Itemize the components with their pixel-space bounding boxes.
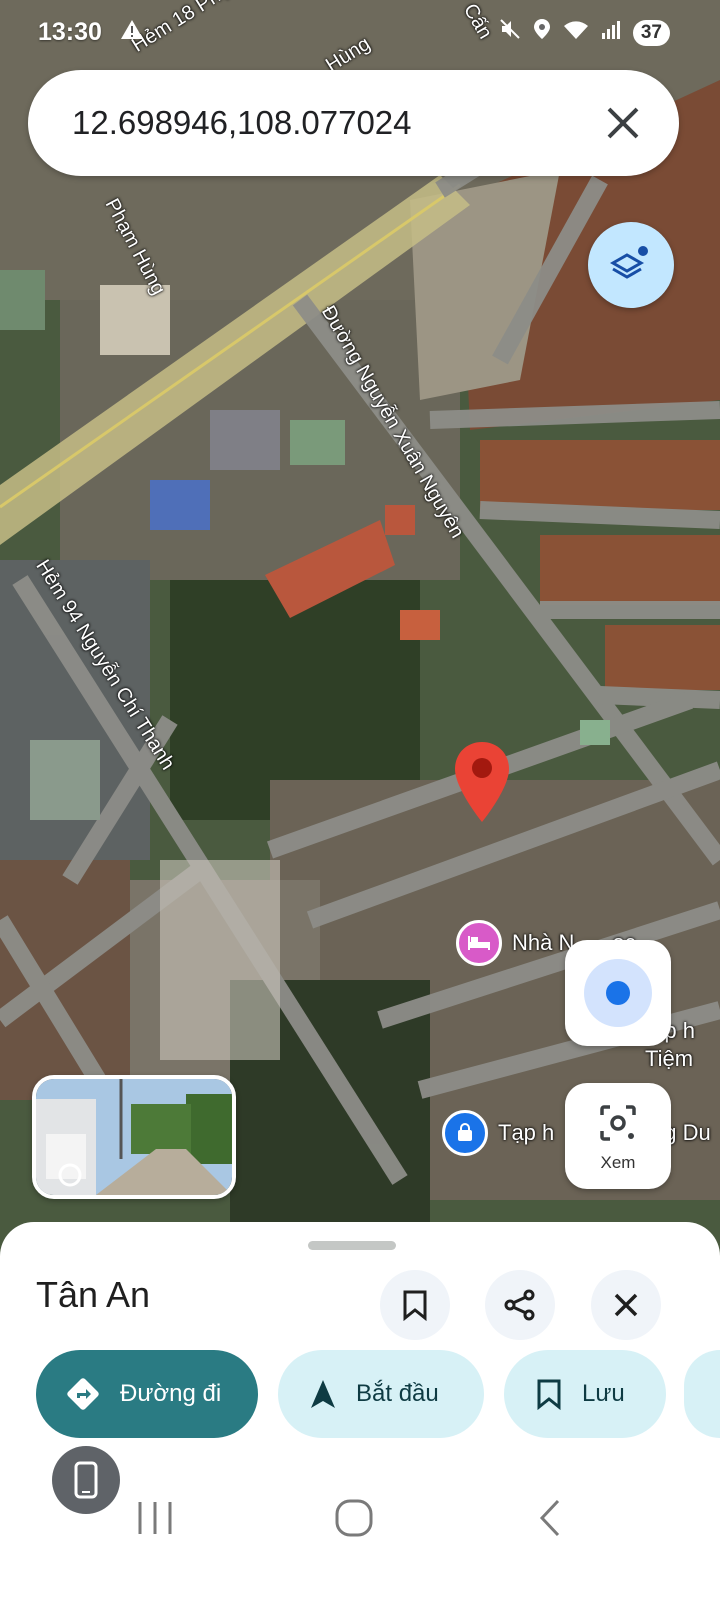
- directions-label: Đường đi: [120, 1380, 222, 1407]
- start-label: Bắt đầu: [356, 1380, 439, 1407]
- alert-triangle-icon: [121, 20, 143, 39]
- close-sheet-button[interactable]: [591, 1270, 661, 1340]
- place-title: Tân An: [36, 1274, 151, 1315]
- my-location-button[interactable]: [565, 940, 671, 1046]
- status-bar: 13:30 37: [0, 0, 720, 66]
- mute-icon: [499, 18, 521, 47]
- directions-button[interactable]: Đường đi: [36, 1350, 258, 1438]
- search-bar[interactable]: 12.698946,108.077024: [28, 70, 679, 176]
- lens-button[interactable]: Xem: [565, 1083, 671, 1189]
- system-nav-bar: [0, 1480, 720, 1560]
- street-view-thumbnail[interactable]: [32, 1075, 236, 1199]
- home-icon[interactable]: [334, 1498, 374, 1538]
- search-query[interactable]: 12.698946,108.077024: [72, 70, 412, 176]
- poi-name: Nhà N: [512, 930, 575, 955]
- recent-apps-icon[interactable]: [136, 1498, 174, 1538]
- save-button[interactable]: Lưu: [504, 1350, 666, 1438]
- close-icon[interactable]: [603, 103, 643, 143]
- save-label: Lưu: [582, 1380, 625, 1407]
- back-icon[interactable]: [536, 1498, 564, 1538]
- directions-icon: [66, 1377, 100, 1411]
- share-icon: [504, 1289, 535, 1321]
- wifi-icon: [563, 18, 589, 47]
- bookmark-icon: [403, 1290, 427, 1321]
- location-icon: [533, 18, 551, 47]
- start-button[interactable]: Bắt đầu: [278, 1350, 484, 1438]
- poi-name-tail: g Du: [664, 1120, 711, 1145]
- my-location-dot-icon: [606, 981, 630, 1005]
- signal-icon: [601, 18, 621, 47]
- bed-icon: [456, 920, 502, 966]
- status-time: 13:30: [38, 18, 102, 46]
- battery-indicator: 37: [632, 19, 670, 46]
- layers-button[interactable]: [588, 222, 674, 308]
- lens-label: Xem: [600, 1153, 636, 1172]
- share-button[interactable]: [485, 1270, 555, 1340]
- street-view-image: [36, 1079, 232, 1195]
- shopping-bag-icon: [442, 1110, 488, 1156]
- more-actions-chip[interactable]: [684, 1350, 720, 1438]
- poi-name: Tạp h: [498, 1120, 555, 1145]
- save-icon-button[interactable]: [380, 1270, 450, 1340]
- bookmark-icon: [536, 1378, 562, 1410]
- camera-lens-icon: [600, 1105, 636, 1141]
- location-pin-icon[interactable]: [452, 740, 512, 824]
- navigation-arrow-icon: [310, 1379, 336, 1409]
- poi-partial-label: Tiệm: [645, 1046, 694, 1071]
- drag-handle[interactable]: [308, 1241, 396, 1250]
- close-icon: [614, 1293, 638, 1317]
- layers-icon: [609, 246, 648, 279]
